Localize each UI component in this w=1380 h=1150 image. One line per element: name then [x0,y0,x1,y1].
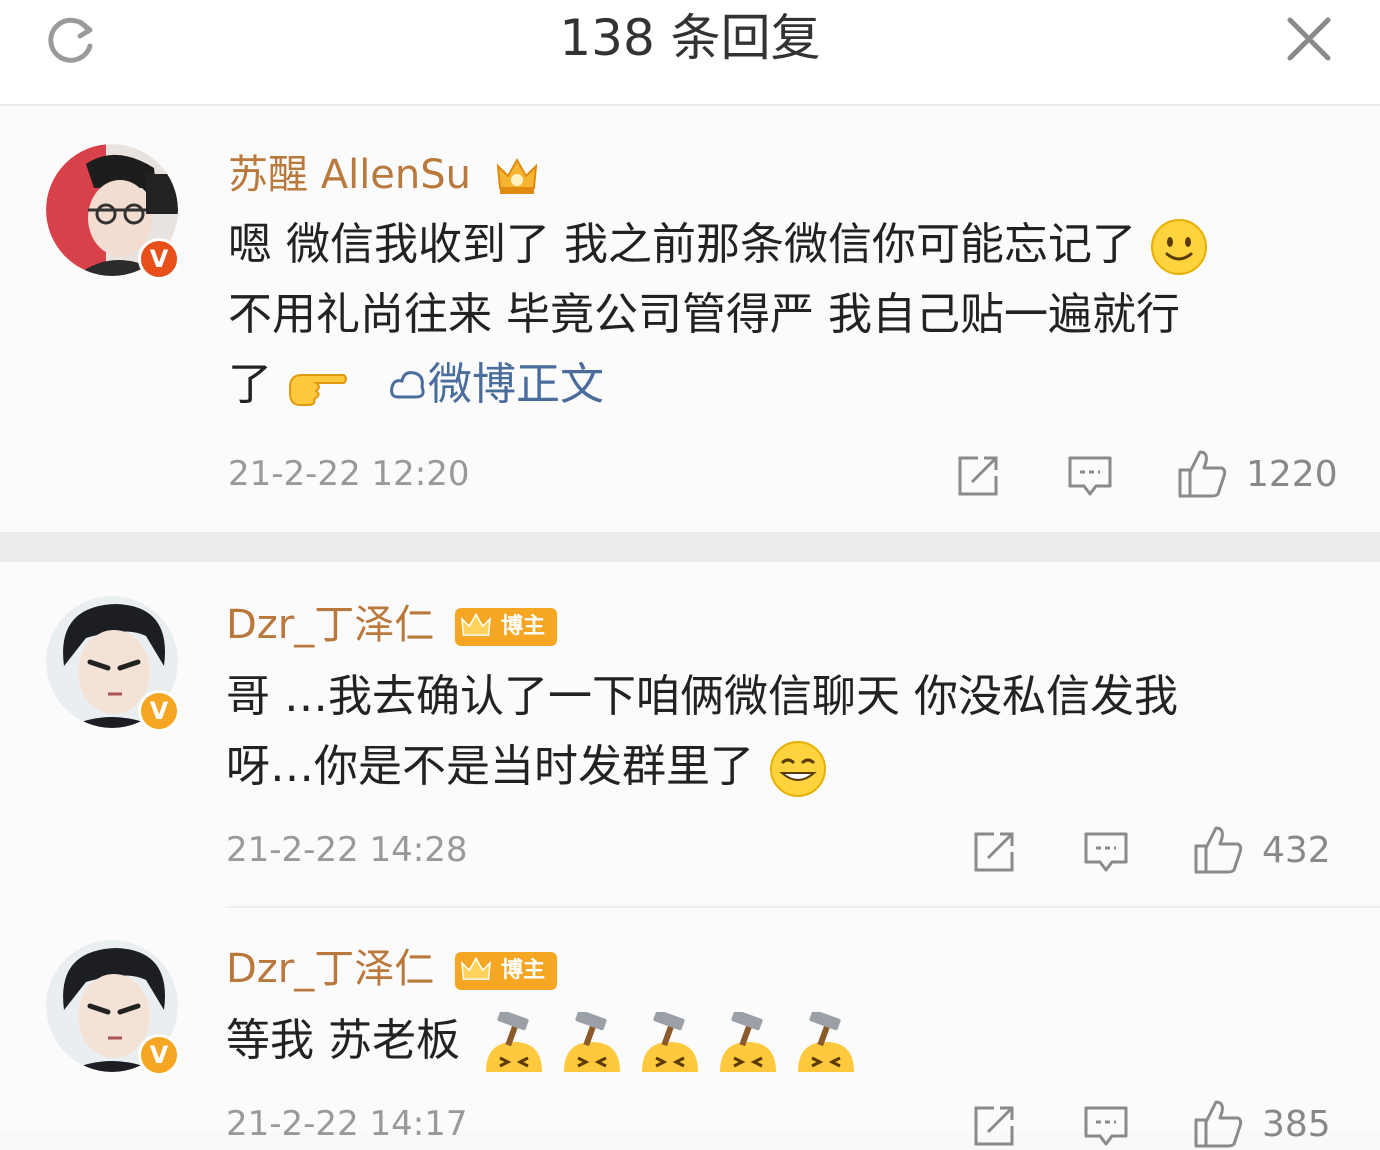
like-count: 432 [1262,830,1331,871]
comment-text: 等我 苏老板 [226,1006,1316,1076]
avatar[interactable]: V [46,596,180,732]
weibo-post-link[interactable]: 微博正文 [388,359,604,410]
thumbs-up-icon[interactable] [1192,824,1244,876]
repost-icon[interactable] [970,828,1018,876]
verified-badge-icon: V [138,238,180,280]
hammer-emoji-icon [642,1012,698,1072]
verified-badge-icon: V [138,690,180,732]
section-divider [0,532,1380,562]
comment-time: 21-2-22 14:28 [226,830,468,870]
comment-item: V Dzr_丁泽仁 博主 哥 …我去确认了一下咱俩微信聊天 你没私信发我 呀…你… [0,562,1380,906]
hammer-emoji-icon [720,1012,776,1072]
repost-icon[interactable] [954,452,1002,500]
close-icon[interactable] [1284,14,1334,64]
avatar[interactable]: V [46,144,180,280]
comment-icon[interactable] [1082,1102,1130,1150]
comment-item: V Dzr_丁泽仁 博主 等我 苏老板 21-2-22 14:17 385 [0,908,1380,1148]
author-badge: 博主 [454,608,557,646]
pointing-hand-emoji-icon [289,374,347,406]
like-count: 385 [1262,1104,1331,1145]
hammer-emoji-icon [564,1012,620,1072]
smile-emoji-icon [1150,219,1207,275]
thumbs-up-icon[interactable] [1192,1098,1244,1150]
hammer-emoji-icon [486,1012,542,1072]
crown-icon [496,157,537,194]
comment-text: 嗯 微信我收到了 我之前那条微信你可能忘记了 不用礼尚往来 毕竟公司管得严 我自… [228,210,1318,420]
verified-badge-icon: V [138,1034,180,1076]
avatar[interactable]: V [46,940,180,1076]
comment-username[interactable]: 苏醒 AllenSu [228,150,540,200]
comment-text: 哥 …我去确认了一下咱俩微信聊天 你没私信发我 呀…你是不是当时发群里了 [226,662,1316,802]
hammer-emoji-icon [798,1012,854,1072]
page-title: 138 条回复 [559,9,821,67]
reply-header: 138 条回复 [0,0,1380,106]
comment-username[interactable]: Dzr_丁泽仁 博主 [226,600,557,650]
comment-item: V 苏醒 AllenSu 嗯 微信我收到了 我之前那条微信你可能忘记了 不用礼尚… [0,106,1380,532]
link-icon [390,371,425,399]
comment-username[interactable]: Dzr_丁泽仁 博主 [226,944,557,994]
comment-icon[interactable] [1066,452,1114,500]
crown-icon [461,612,491,636]
thumbs-up-icon[interactable] [1176,448,1228,500]
like-count: 1220 [1246,454,1338,495]
author-badge: 博主 [454,952,557,990]
hammer-emoji-row [482,1012,858,1072]
comment-time: 21-2-22 14:17 [226,1104,468,1144]
comment-time: 21-2-22 12:20 [228,454,470,494]
crown-icon [461,956,491,980]
grin-emoji-icon [770,741,826,797]
repost-icon[interactable] [970,1102,1018,1150]
comment-icon[interactable] [1082,828,1130,876]
